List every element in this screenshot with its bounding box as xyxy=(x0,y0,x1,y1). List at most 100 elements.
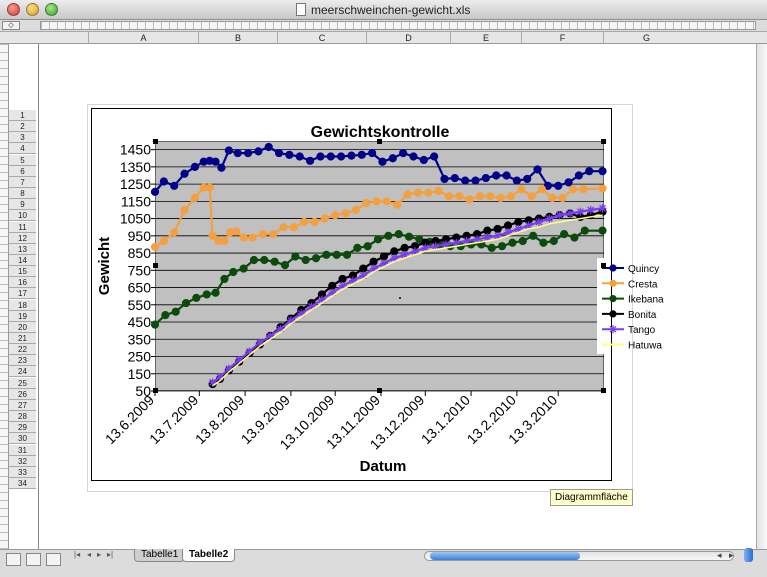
plot-handle[interactable] xyxy=(153,263,158,268)
first-sheet-arrow-icon[interactable]: |◂ xyxy=(74,550,80,559)
data-point-quincy xyxy=(159,177,168,186)
data-point-cresta xyxy=(220,236,229,246)
page-layout-view-icon[interactable] xyxy=(26,553,41,566)
normal-view-icon[interactable] xyxy=(6,553,21,566)
data-point-quincy xyxy=(274,148,284,158)
data-point-quincy xyxy=(243,148,253,158)
data-point-ikebana xyxy=(529,231,538,240)
data-point-ikebana xyxy=(394,230,403,239)
data-point-bonita xyxy=(390,247,399,256)
scroll-right-arrow-icon[interactable]: ▸ xyxy=(729,550,734,561)
data-point-cresta xyxy=(190,193,199,202)
data-point-cresta xyxy=(289,223,298,232)
data-point-quincy xyxy=(533,165,542,174)
data-point-bonita xyxy=(483,226,492,235)
data-point-ikebana xyxy=(404,232,414,241)
data-point-ikebana xyxy=(487,243,496,252)
plot-handle[interactable] xyxy=(601,139,606,144)
sheet-tab-tabelle2[interactable]: Tabelle2 xyxy=(182,549,236,562)
data-point-bonita xyxy=(503,221,513,230)
data-point-cresta xyxy=(506,192,516,201)
data-point-ikebana xyxy=(518,236,527,246)
data-point-ikebana xyxy=(363,242,372,251)
plot-handle[interactable] xyxy=(153,139,158,144)
y-tick-label: 250 xyxy=(128,349,152,365)
y-tick-label: 1050 xyxy=(120,211,151,227)
data-point-ikebana xyxy=(539,238,548,247)
data-point-ikebana xyxy=(342,250,352,259)
data-point-quincy xyxy=(409,152,418,161)
data-point-quincy xyxy=(336,152,346,161)
last-sheet-arrow-icon[interactable]: ▸| xyxy=(107,550,113,559)
data-point-cresta xyxy=(537,185,547,194)
data-point-cresta xyxy=(372,197,381,206)
legend-label-ikebana: Ikebana xyxy=(628,295,664,306)
y-tick-label: 1350 xyxy=(120,159,151,175)
data-point-ikebana xyxy=(560,230,569,239)
data-point-cresta xyxy=(170,228,179,237)
data-point-bonita xyxy=(493,224,502,234)
y-axis-title: Gewicht xyxy=(96,237,113,295)
data-point-cresta xyxy=(300,217,309,227)
data-point-quincy xyxy=(224,146,233,155)
legend-box xyxy=(597,258,607,354)
data-point-cresta xyxy=(205,183,214,192)
data-point-quincy xyxy=(316,152,325,161)
data-point-cresta xyxy=(444,192,454,201)
data-point-ikebana xyxy=(332,250,341,259)
data-point-ikebana xyxy=(311,254,321,263)
plot-center-dot xyxy=(399,297,401,299)
prev-sheet-arrow-icon[interactable]: ◂ xyxy=(87,550,91,559)
data-point-quincy xyxy=(326,152,335,161)
data-point-quincy xyxy=(368,148,377,158)
data-point-cresta xyxy=(351,205,360,215)
data-point-bonita xyxy=(379,252,389,261)
data-point-cresta xyxy=(598,184,607,193)
plot-handle[interactable] xyxy=(601,263,606,268)
scroll-left-arrow-icon[interactable]: ◂ xyxy=(717,550,722,561)
x-tick-label: 13.1.2010 xyxy=(418,392,474,448)
data-point-ikebana xyxy=(580,226,589,235)
data-point-cresta xyxy=(320,214,329,223)
data-point-tango xyxy=(555,211,564,220)
legend-label-hatuwa: Hatuwa xyxy=(628,341,662,352)
data-point-cresta xyxy=(393,200,402,209)
plot-handle[interactable] xyxy=(377,388,382,393)
data-point-cresta xyxy=(279,223,288,232)
data-point-quincy xyxy=(388,154,397,163)
sheet-tab-tabelle1[interactable]: Tabelle1 xyxy=(134,549,186,562)
data-point-quincy xyxy=(481,173,490,183)
plot-handle[interactable] xyxy=(377,139,382,144)
data-point-cresta xyxy=(341,209,350,218)
page-break-view-icon[interactable] xyxy=(46,553,61,566)
data-point-ikebana xyxy=(229,267,238,277)
data-point-quincy xyxy=(419,155,428,165)
data-point-cresta xyxy=(331,211,340,220)
data-point-quincy xyxy=(357,150,366,159)
plot-handle[interactable] xyxy=(153,388,158,393)
data-point-cresta xyxy=(239,233,248,242)
data-point-cresta xyxy=(424,188,433,197)
data-point-ikebana xyxy=(508,238,517,247)
data-point-quincy xyxy=(502,171,511,180)
data-point-tango xyxy=(586,205,595,214)
data-point-quincy xyxy=(180,169,189,178)
data-point-tango xyxy=(566,209,575,218)
data-point-ikebana xyxy=(260,255,269,265)
data-point-cresta xyxy=(159,236,168,246)
legend-marker-cresta xyxy=(609,279,617,287)
y-tick-label: 150 xyxy=(128,366,152,382)
x-tick-label: 13.8.2009 xyxy=(192,392,248,448)
vertical-scrollbar[interactable] xyxy=(756,44,767,549)
data-point-quincy xyxy=(564,178,573,187)
horizontal-scroll-thumb[interactable] xyxy=(430,552,580,560)
data-point-cresta xyxy=(486,192,495,201)
split-handle[interactable] xyxy=(744,548,753,562)
next-sheet-arrow-icon[interactable]: ▸ xyxy=(97,550,101,559)
plot-handle[interactable] xyxy=(601,388,606,393)
data-point-cresta xyxy=(465,195,474,204)
data-point-ikebana xyxy=(280,261,290,270)
data-point-ikebana xyxy=(270,257,279,266)
data-point-cresta xyxy=(434,186,443,196)
data-point-quincy xyxy=(285,150,294,159)
